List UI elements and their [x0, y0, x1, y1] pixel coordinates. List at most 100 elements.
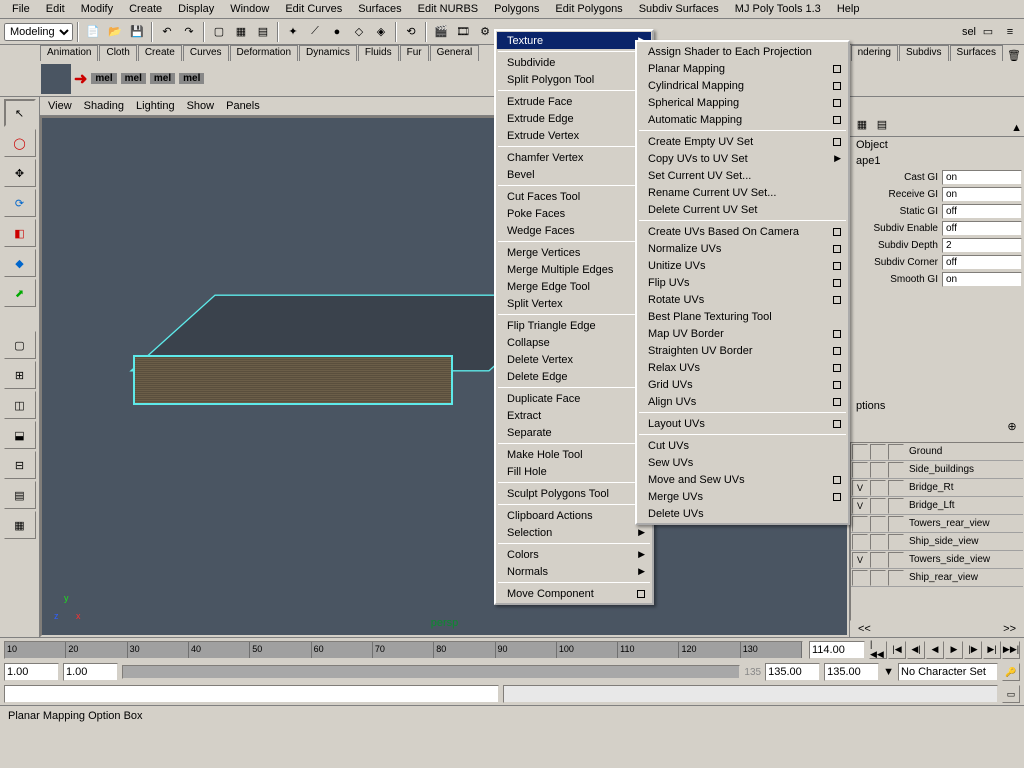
menu-modify[interactable]: Modify: [73, 1, 121, 17]
shape-name-label[interactable]: ape1: [850, 153, 1024, 169]
layer-row[interactable]: VTowers_side_view: [851, 551, 1023, 569]
menu-item[interactable]: Unitize UVs: [638, 257, 847, 274]
menu-item[interactable]: Best Plane Texturing Tool: [638, 308, 847, 325]
menu-item[interactable]: Delete UVs: [638, 505, 847, 522]
layer-color-swatch[interactable]: [888, 498, 904, 514]
shelf-tab-cloth[interactable]: Cloth: [99, 45, 136, 61]
layer-row[interactable]: Ship_rear_view: [851, 569, 1023, 587]
scroll-up-icon[interactable]: ▲: [1011, 122, 1022, 134]
shelf-tab-animation[interactable]: Animation: [40, 45, 98, 61]
layer-type-toggle[interactable]: [870, 516, 886, 532]
shelf-tab-fur[interactable]: Fur: [400, 45, 429, 61]
save-scene-icon[interactable]: 💾: [127, 22, 147, 42]
attr-value-field[interactable]: off: [942, 221, 1022, 236]
menu-item[interactable]: Create Empty UV Set: [638, 133, 847, 150]
undo-icon[interactable]: ↶: [157, 22, 177, 42]
menu-edit-nurbs[interactable]: Edit NURBS: [410, 1, 487, 17]
mode-selector[interactable]: Modeling: [4, 23, 73, 41]
snap-curve-icon[interactable]: ⟋: [305, 22, 325, 42]
select-by-object-icon[interactable]: ▢: [209, 22, 229, 42]
list-icon[interactable]: ≡: [1000, 22, 1020, 42]
vp-menu-show[interactable]: Show: [187, 100, 215, 112]
menu-mj-poly-tools[interactable]: MJ Poly Tools 1.3: [727, 1, 829, 17]
history-icon[interactable]: ⟲: [401, 22, 421, 42]
menu-edit-polygons[interactable]: Edit Polygons: [547, 1, 630, 17]
menu-item[interactable]: Collapse: [497, 334, 651, 351]
layer-row[interactable]: VBridge_Rt: [851, 479, 1023, 497]
menu-item[interactable]: Delete Edge: [497, 368, 651, 385]
trash-icon[interactable]: 🗑: [1004, 45, 1024, 65]
range-end-field[interactable]: [824, 663, 879, 681]
menu-item[interactable]: Map UV Border: [638, 325, 847, 342]
menu-item[interactable]: Create UVs Based On Camera: [638, 223, 847, 240]
go-to-end-icon[interactable]: ▶▶|: [1002, 641, 1020, 659]
menu-item[interactable]: Merge Multiple Edges: [497, 261, 651, 278]
menu-item-texture[interactable]: Texture▶: [497, 32, 651, 49]
channel-icon[interactable]: ▦: [852, 114, 872, 134]
mel-icon[interactable]: mel: [91, 73, 116, 84]
four-pane-icon[interactable]: ⊞: [4, 361, 36, 389]
menu-polygons[interactable]: Polygons: [486, 1, 547, 17]
layer-type-toggle[interactable]: [870, 462, 886, 478]
menu-item[interactable]: Subdivide: [497, 54, 651, 71]
layer-color-swatch[interactable]: [888, 462, 904, 478]
menu-item[interactable]: Split Polygon Tool: [497, 71, 651, 88]
step-back-icon[interactable]: ◀|: [907, 641, 925, 659]
shelf-tab-deformation[interactable]: Deformation: [230, 45, 298, 61]
menu-display[interactable]: Display: [170, 1, 222, 17]
hypershade-layout-icon[interactable]: ▦: [4, 511, 36, 539]
menu-item[interactable]: Extrude Vertex: [497, 127, 651, 144]
scroll-left-icon[interactable]: <<: [858, 623, 871, 635]
step-forward-key-icon[interactable]: ▶|: [983, 641, 1001, 659]
layer-type-toggle[interactable]: [870, 444, 886, 460]
new-layer-icon[interactable]: ⊕: [1002, 416, 1022, 436]
outliner-layout-icon[interactable]: ▤: [4, 481, 36, 509]
layer-type-toggle[interactable]: [870, 498, 886, 514]
menu-edit-curves[interactable]: Edit Curves: [277, 1, 350, 17]
vp-menu-shading[interactable]: Shading: [84, 100, 124, 112]
menu-item[interactable]: Automatic Mapping: [638, 111, 847, 128]
menu-item[interactable]: Fill Hole: [497, 463, 651, 480]
layer-type-toggle[interactable]: [870, 480, 886, 496]
layer-visibility-toggle[interactable]: V: [852, 480, 868, 496]
attr-value-field[interactable]: off: [942, 204, 1022, 219]
menu-subdiv-surfaces[interactable]: Subdiv Surfaces: [631, 1, 727, 17]
manipulator-tool-icon[interactable]: ◆: [4, 249, 36, 277]
shelf-tab-general[interactable]: General: [430, 45, 480, 61]
snap-point-icon[interactable]: ●: [327, 22, 347, 42]
menu-item[interactable]: Normals▶: [497, 563, 651, 580]
shelf-tab-curves[interactable]: Curves: [183, 45, 229, 61]
attr-value-field[interactable]: off: [942, 255, 1022, 270]
mel-icon[interactable]: mel: [150, 73, 175, 84]
shelf-btn-1[interactable]: [40, 63, 72, 95]
menu-item[interactable]: Flip UVs: [638, 274, 847, 291]
auto-key-icon[interactable]: 🔑: [1002, 663, 1020, 681]
two-pane-v-icon[interactable]: ◫: [4, 391, 36, 419]
layer-row[interactable]: Ground: [851, 443, 1023, 461]
menu-surfaces[interactable]: Surfaces: [350, 1, 409, 17]
menu-item[interactable]: Cut UVs: [638, 437, 847, 454]
menu-item[interactable]: Delete Vertex: [497, 351, 651, 368]
menu-item[interactable]: Delete Current UV Set: [638, 201, 847, 218]
layer-visibility-toggle[interactable]: [852, 444, 868, 460]
menu-item[interactable]: Colors▶: [497, 546, 651, 563]
character-set-field[interactable]: [898, 663, 998, 681]
menu-item[interactable]: Sculpt Polygons Tool: [497, 485, 651, 502]
new-scene-icon[interactable]: 📄: [83, 22, 103, 42]
attr-value-field[interactable]: on: [942, 272, 1022, 287]
menu-item[interactable]: Split Vertex: [497, 295, 651, 312]
current-time-field[interactable]: [809, 641, 865, 659]
layer-visibility-toggle[interactable]: V: [852, 498, 868, 514]
layer-visibility-toggle[interactable]: [852, 462, 868, 478]
playback-start-field[interactable]: [63, 663, 118, 681]
menu-item[interactable]: Wedge Faces: [497, 222, 651, 239]
mel-icon[interactable]: mel: [179, 73, 204, 84]
select-by-component-icon[interactable]: ▦: [231, 22, 251, 42]
layer-visibility-toggle[interactable]: [852, 570, 868, 586]
menu-item[interactable]: Planar Mapping: [638, 60, 847, 77]
vp-menu-view[interactable]: View: [48, 100, 72, 112]
menu-item[interactable]: Move Component: [497, 585, 651, 602]
two-pane-h-icon[interactable]: ⬓: [4, 421, 36, 449]
scroll-right-icon[interactable]: >>: [1003, 623, 1016, 635]
menu-item[interactable]: Align UVs: [638, 393, 847, 410]
